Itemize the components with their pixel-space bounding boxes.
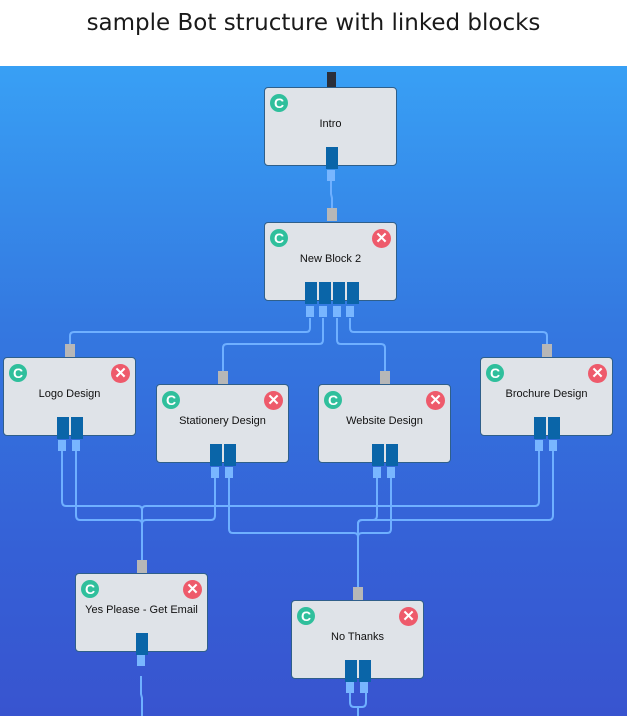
output-port[interactable] xyxy=(386,444,398,466)
delete-icon[interactable]: ✕ xyxy=(111,364,130,383)
connect-icon[interactable]: C xyxy=(270,94,288,112)
block-logo-design[interactable]: C ✕ Logo Design xyxy=(3,357,136,439)
connect-icon[interactable]: C xyxy=(162,391,180,409)
output-pin[interactable] xyxy=(346,306,354,317)
output-port[interactable] xyxy=(345,660,357,682)
output-pin[interactable] xyxy=(225,467,233,478)
start-port[interactable] xyxy=(327,72,336,87)
connect-icon[interactable]: C xyxy=(486,364,504,382)
output-pin[interactable] xyxy=(137,655,145,666)
input-port[interactable] xyxy=(218,371,228,384)
delete-icon[interactable]: ✕ xyxy=(399,607,418,626)
output-port[interactable] xyxy=(326,147,338,169)
output-pin[interactable] xyxy=(387,467,395,478)
delete-icon[interactable]: ✕ xyxy=(426,391,445,410)
output-port[interactable] xyxy=(210,444,222,466)
link-logo2-yes[interactable] xyxy=(75,451,143,525)
output-pin[interactable] xyxy=(306,306,314,317)
output-port[interactable] xyxy=(359,660,371,682)
output-port[interactable] xyxy=(319,282,331,304)
block-label: Brochure Design xyxy=(505,388,588,400)
output-pin[interactable] xyxy=(549,440,557,451)
output-port[interactable] xyxy=(548,417,560,439)
output-port[interactable] xyxy=(372,444,384,466)
output-port[interactable] xyxy=(57,417,69,439)
block-brochure-design[interactable]: C ✕ Brochure Design xyxy=(480,357,613,439)
link-intro-newblock2[interactable] xyxy=(330,181,333,208)
output-port[interactable] xyxy=(305,282,317,304)
input-port[interactable] xyxy=(542,344,552,357)
delete-icon[interactable]: ✕ xyxy=(264,391,283,410)
output-port[interactable] xyxy=(333,282,345,304)
block-label: Intro xyxy=(319,118,342,130)
output-port[interactable] xyxy=(534,417,546,439)
block-label: Yes Please - Get Email xyxy=(85,604,198,616)
output-pin[interactable] xyxy=(346,682,354,693)
link-newblock2-brochure[interactable] xyxy=(349,318,548,344)
input-port[interactable] xyxy=(380,371,390,384)
link-newblock2-website[interactable] xyxy=(336,318,386,371)
output-pin[interactable] xyxy=(72,440,80,451)
output-port[interactable] xyxy=(136,633,148,655)
output-pin[interactable] xyxy=(319,306,327,317)
block-label: Logo Design xyxy=(38,388,101,400)
block-label: Stationery Design xyxy=(179,415,266,427)
link-newblock2-logo[interactable] xyxy=(69,318,311,344)
input-port[interactable] xyxy=(353,587,363,600)
block-label: Website Design xyxy=(346,415,423,427)
block-no-thanks[interactable]: C ✕ No Thanks xyxy=(291,600,424,682)
output-port[interactable] xyxy=(224,444,236,466)
block-website-design[interactable]: C ✕ Website Design xyxy=(318,384,451,466)
output-pin[interactable] xyxy=(373,467,381,478)
diagram-title: sample Bot structure with linked blocks xyxy=(86,10,541,36)
link-stationery2-no[interactable] xyxy=(228,478,359,538)
connect-icon[interactable]: C xyxy=(9,364,27,382)
link-website2-no[interactable] xyxy=(357,478,392,538)
link-logo1-yes[interactable] xyxy=(61,451,143,560)
link-no-out[interactable] xyxy=(349,692,367,716)
output-pin[interactable] xyxy=(58,440,66,451)
input-port[interactable] xyxy=(65,344,75,357)
block-intro[interactable]: C Intro xyxy=(264,87,397,169)
block-label: No Thanks xyxy=(331,631,384,643)
block-label: New Block 2 xyxy=(299,253,362,265)
connect-icon[interactable]: C xyxy=(270,229,288,247)
link-stationery1-yes[interactable] xyxy=(141,478,216,525)
output-port[interactable] xyxy=(347,282,359,304)
bot-canvas[interactable]: C Intro C ✕ New Block 2 C ✕ Logo Design … xyxy=(0,66,627,716)
output-pin[interactable] xyxy=(211,467,219,478)
input-port[interactable] xyxy=(137,560,147,573)
output-pin[interactable] xyxy=(333,306,341,317)
block-stationery-design[interactable]: C ✕ Stationery Design xyxy=(156,384,289,466)
connect-icon[interactable]: C xyxy=(81,580,99,598)
block-yes-please[interactable]: C ✕ Yes Please - Get Email xyxy=(75,573,208,655)
input-port[interactable] xyxy=(327,208,337,221)
output-pin[interactable] xyxy=(535,440,543,451)
link-yes-out[interactable] xyxy=(140,676,143,716)
delete-icon[interactable]: ✕ xyxy=(183,580,202,599)
delete-icon[interactable]: ✕ xyxy=(588,364,607,383)
output-pin[interactable] xyxy=(327,170,335,181)
output-pin[interactable] xyxy=(360,682,368,693)
connect-icon[interactable]: C xyxy=(297,607,315,625)
output-port[interactable] xyxy=(71,417,83,439)
block-new-block-2[interactable]: C ✕ New Block 2 xyxy=(264,222,397,304)
delete-icon[interactable]: ✕ xyxy=(372,229,391,248)
connect-icon[interactable]: C xyxy=(324,391,342,409)
link-newblock2-stationery[interactable] xyxy=(222,318,324,371)
